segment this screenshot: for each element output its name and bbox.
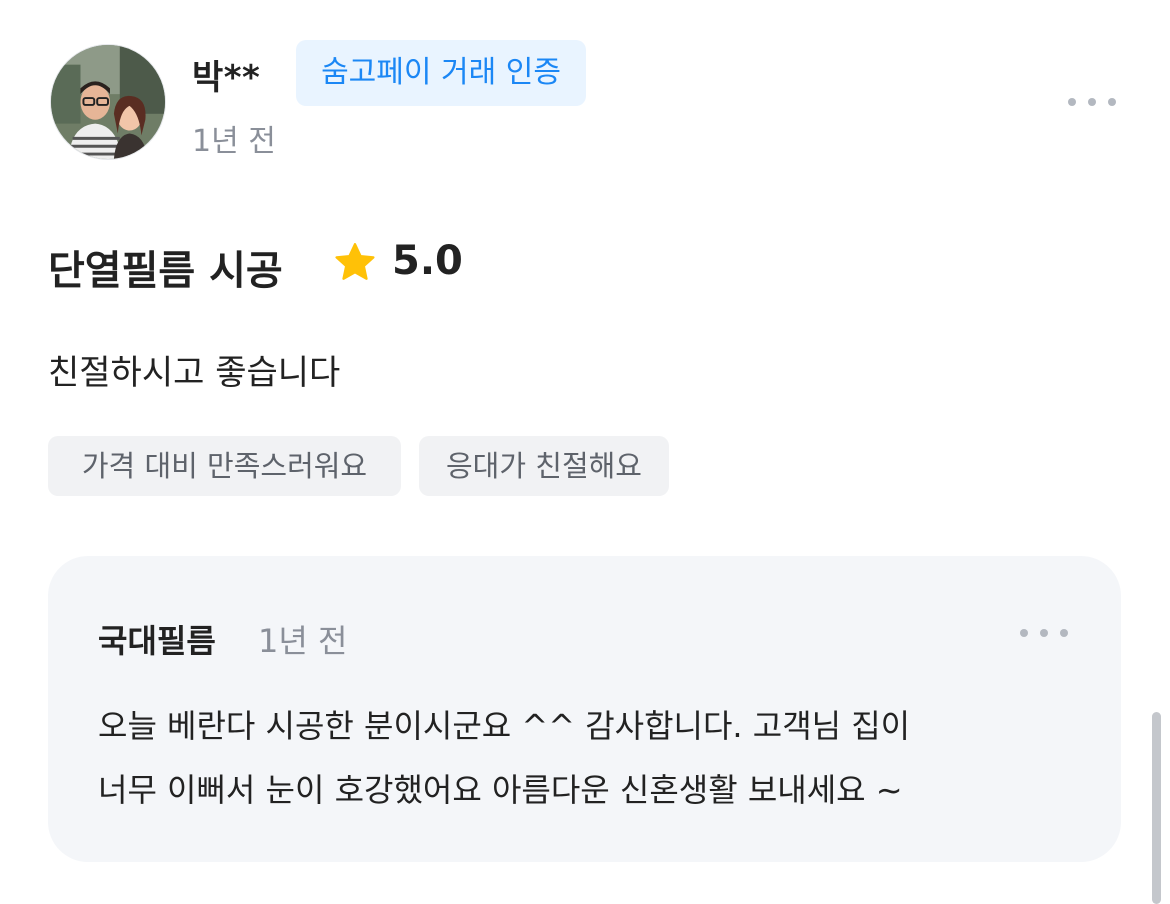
reviewer-avatar[interactable] bbox=[50, 44, 166, 160]
review-tag: 가격 대비 만족스러워요 bbox=[48, 436, 401, 496]
reply-text-line: 너무 이뻐서 눈이 호강했어요 아름다운 신혼생활 보내세요 ~ bbox=[98, 771, 903, 809]
more-horizontal-icon bbox=[1020, 629, 1028, 637]
reviewer-name: 박** bbox=[192, 58, 261, 98]
reply-author: 국대필름 bbox=[98, 622, 216, 660]
pro-reply-box: 국대필름 1년 전 오늘 베란다 시공한 분이시군요 ^^ 감사합니다. 고객님… bbox=[48, 556, 1121, 862]
reply-more-options-button[interactable] bbox=[1020, 623, 1068, 643]
verification-badge: 숨고페이 거래 인증 bbox=[296, 40, 586, 106]
reply-text: 오늘 베란다 시공한 분이시군요 ^^ 감사합니다. 고객님 집이 너무 이뻐서… bbox=[98, 694, 1078, 822]
service-title: 단열필름 시공 bbox=[48, 248, 283, 294]
review-text: 친절하시고 좋습니다 bbox=[48, 353, 341, 393]
rating-value: 5.0 bbox=[392, 238, 463, 284]
more-horizontal-icon bbox=[1068, 98, 1076, 106]
review-more-options-button[interactable] bbox=[1068, 92, 1116, 112]
scrollbar[interactable] bbox=[1152, 712, 1161, 904]
review-tag: 응대가 친절해요 bbox=[419, 436, 669, 496]
star-icon bbox=[335, 243, 375, 280]
review-timestamp: 1년 전 bbox=[192, 124, 276, 159]
reply-timestamp: 1년 전 bbox=[258, 622, 348, 660]
reply-text-line: 오늘 베란다 시공한 분이시군요 ^^ 감사합니다. 고객님 집이 bbox=[98, 707, 911, 745]
